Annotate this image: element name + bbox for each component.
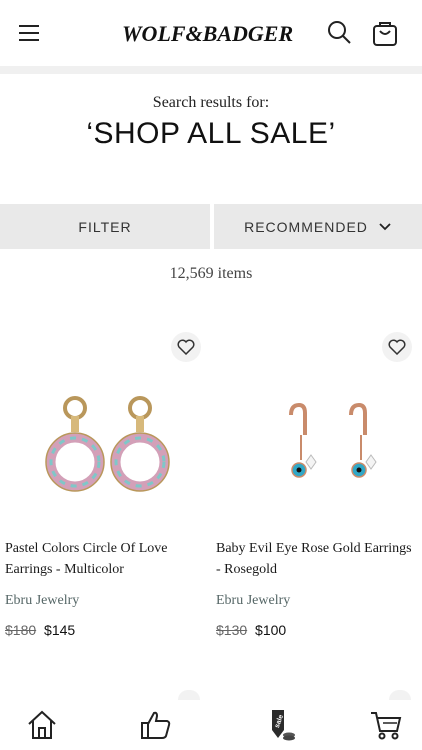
product-brand[interactable]: Ebru Jewelry [216,593,290,609]
hamburger-menu-icon[interactable] [16,20,42,46]
chevron-down-icon [379,222,391,230]
header-divider [0,66,422,74]
wolf-and-badger-logo[interactable]: WOLF&BADGER [122,20,300,48]
original-price: $180 [5,622,37,638]
thumbs-up-icon[interactable] [139,708,173,742]
sort-label: RECOMMENDED [244,218,368,235]
sale-icon[interactable]: sale [263,708,297,742]
sale-price: $100 [255,622,287,638]
product-card[interactable]: Pastel Colors Circle Of Love Earrings - … [0,330,211,650]
filter-button[interactable]: FILTER [0,204,210,249]
top-header: WOLF&BADGER [0,0,422,66]
product-price: $180 $145 [5,622,75,638]
product-price: $130 $100 [216,622,286,638]
original-price: $130 [216,622,248,638]
product-brand[interactable]: Ebru Jewelry [5,593,79,609]
svg-text:WOLF&BADGER: WOLF&BADGER [122,21,293,46]
next-row-favorite-peek [178,690,200,700]
search-icon[interactable] [326,19,352,45]
search-results-heading: Search results for: [152,94,270,111]
results-count: 12,569 items [169,265,253,282]
product-image[interactable] [231,350,401,520]
shopping-bag-icon[interactable] [371,19,399,47]
product-image[interactable] [20,350,190,520]
filter-label: FILTER [78,218,132,235]
product-title[interactable]: Pastel Colors Circle Of Love Earrings - … [5,538,205,580]
home-icon[interactable] [25,708,59,742]
bottom-navigation: sale [0,700,422,750]
product-card[interactable]: Baby Evil Eye Rose Gold Earrings - Roseg… [211,330,422,650]
next-row-favorite-peek [389,690,411,700]
sort-dropdown[interactable]: RECOMMENDED [214,204,422,249]
cart-icon[interactable] [369,708,403,742]
sale-price: $145 [44,622,76,638]
product-title[interactable]: Baby Evil Eye Rose Gold Earrings - Roseg… [216,538,416,580]
search-term-title: ‘SHOP ALL SALE’ [86,117,336,150]
